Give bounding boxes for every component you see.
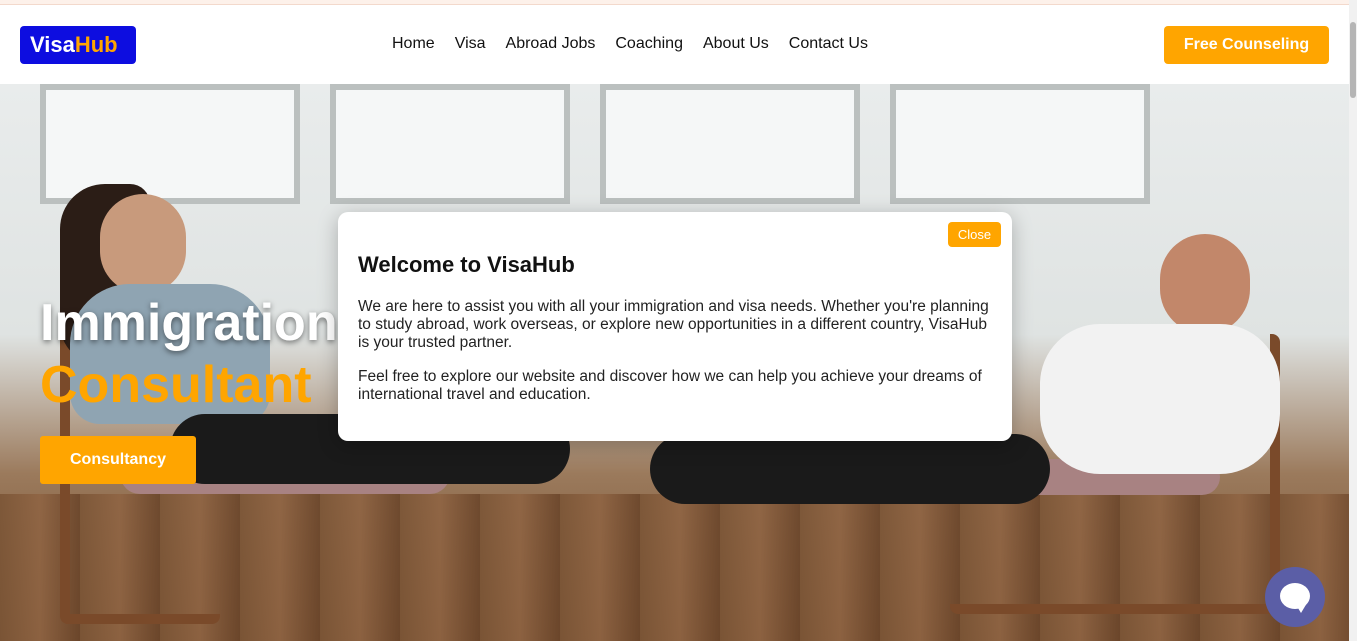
nav-visa[interactable]: Visa — [455, 34, 486, 54]
person-right-head — [1160, 234, 1250, 334]
top-strip — [0, 0, 1349, 5]
site-header: VisaHub Home Visa Abroad Jobs Coaching A… — [0, 6, 1349, 84]
modal-paragraph-1: We are here to assist you with all your … — [358, 298, 989, 351]
background-window — [890, 84, 1150, 204]
logo[interactable]: VisaHub — [20, 26, 136, 64]
modal-title: Welcome to VisaHub — [358, 252, 575, 277]
person-left-head — [100, 194, 186, 294]
person-right-legs — [650, 434, 1050, 504]
main-nav: Home Visa Abroad Jobs Coaching About Us … — [392, 34, 888, 54]
hero-title-line1: Immigration — [40, 294, 338, 352]
logo-text-visa: Visa — [30, 32, 75, 57]
nav-contact-us[interactable]: Contact Us — [789, 34, 868, 54]
nav-abroad-jobs[interactable]: Abroad Jobs — [506, 34, 596, 54]
chat-widget-button[interactable] — [1265, 567, 1325, 627]
background-window — [40, 84, 300, 204]
modal-paragraph-2: Feel free to explore our website and dis… — [358, 368, 982, 403]
scrollbar-thumb[interactable] — [1350, 22, 1356, 98]
welcome-modal: Close Welcome to VisaHub We are here to … — [338, 212, 1012, 441]
person-right-shirt — [1040, 324, 1280, 474]
chat-bubble-tail — [1295, 603, 1307, 613]
background-window — [330, 84, 570, 204]
nav-coaching[interactable]: Coaching — [615, 34, 683, 54]
consultancy-button[interactable]: Consultancy — [40, 436, 196, 484]
page-scrollbar[interactable] — [1349, 0, 1357, 641]
hero-title: Immigration Consultant — [40, 292, 338, 416]
nav-about-us[interactable]: About Us — [703, 34, 769, 54]
modal-close-button[interactable]: Close — [948, 222, 1001, 247]
logo-text-hub: Hub — [74, 32, 118, 57]
nav-home[interactable]: Home — [392, 34, 435, 54]
hero-title-line2: Consultant — [40, 356, 312, 414]
background-window — [600, 84, 860, 204]
free-counseling-button[interactable]: Free Counseling — [1164, 26, 1329, 64]
